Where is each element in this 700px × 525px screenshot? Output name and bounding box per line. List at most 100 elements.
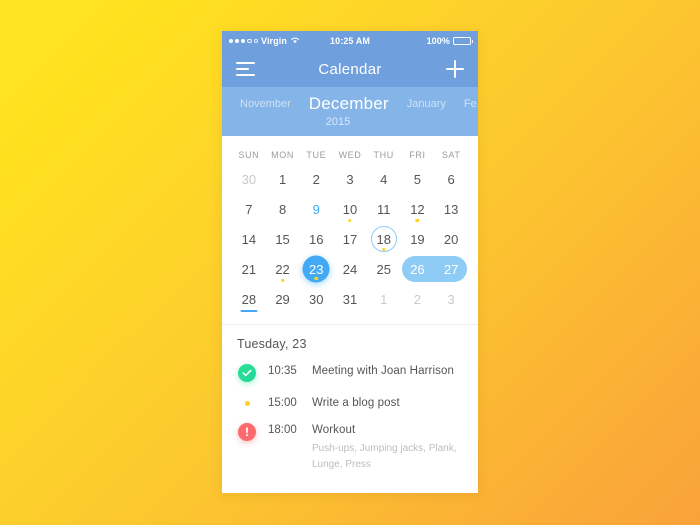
month-selector[interactable]: November December January Fe 2015: [222, 87, 478, 136]
year-label: 2015: [325, 116, 351, 128]
event-row[interactable]: 10:35 Meeting with Joan Harrison: [237, 363, 463, 382]
calendar-day-number: 2: [413, 291, 422, 307]
calendar-day-cell[interactable]: 28: [232, 284, 266, 314]
event-body: Meeting with Joan Harrison: [312, 363, 463, 377]
calendar-day-cell[interactable]: 31: [333, 284, 367, 314]
calendar-day-cell[interactable]: 18: [367, 224, 401, 254]
calendar-day-cell[interactable]: 2: [401, 284, 435, 314]
event-dot-icon: [348, 218, 352, 222]
calendar-week-row: 14 15 16 17 18 19 20: [232, 224, 468, 254]
weekday-label-sat: SAT: [441, 150, 461, 160]
calendar-week-row: 21 22 23 24 25 26 27: [232, 254, 468, 284]
calendar-day-number: 5: [413, 171, 422, 187]
calendar-day-cell[interactable]: 3: [434, 284, 468, 314]
event-body: Workout Push-ups, Jumping jacks, Plank, L…: [312, 422, 463, 472]
battery-icon: [453, 37, 473, 45]
calendar-day-cell[interactable]: 14: [232, 224, 266, 254]
event-dot-icon: [280, 278, 285, 282]
calendar-day-number: 22: [275, 261, 290, 277]
calendar-day-cell[interactable]: 9: [299, 194, 333, 224]
weekday-label-wed: WED: [338, 150, 362, 160]
hamburger-icon[interactable]: [236, 62, 255, 76]
calendar-day-number: 28: [241, 291, 257, 307]
calendar-day-cell[interactable]: 7: [232, 194, 266, 224]
calendar-day-cell[interactable]: 5: [401, 164, 435, 194]
calendar-day-number: 7: [245, 201, 253, 217]
event-dot-icon: [314, 276, 319, 280]
events-section: Tuesday, 23 10:35 Meeting with Joan Harri…: [222, 325, 478, 493]
calendar-day-cell[interactable]: 12: [401, 194, 435, 224]
calendar-day-cell[interactable]: 1: [266, 164, 300, 194]
event-title: Workout: [312, 424, 356, 436]
calendar-day-number: 11: [376, 201, 391, 217]
calendar-day-number: 17: [342, 231, 358, 247]
calendar-day-cell[interactable]: 8: [266, 194, 300, 224]
month-item-december[interactable]: December: [309, 94, 389, 114]
phone-mockup: Virgin 10:25 AM 100% Calendar November D…: [222, 31, 478, 493]
event-body: Write a blog post: [312, 395, 463, 409]
month-item-january[interactable]: January: [407, 98, 446, 110]
calendar-day-cell[interactable]: 16: [299, 224, 333, 254]
event-row[interactable]: ! 18:00 Workout Push-ups, Jumping jacks, Pl…: [237, 422, 463, 472]
events-list: 10:35 Meeting with Joan Harrison 15:00 Writ…: [237, 363, 463, 472]
event-title: Meeting with Joan Harrison: [312, 365, 454, 377]
yellow-dot-icon: [244, 401, 250, 406]
calendar-day-cell[interactable]: 13: [434, 194, 468, 224]
plus-icon[interactable]: [446, 60, 464, 78]
month-item-february[interactable]: Fe: [464, 98, 477, 110]
calendar-day-cell[interactable]: 21: [232, 254, 266, 284]
calendar-day-cell[interactable]: 23: [299, 254, 333, 284]
event-title: Write a blog post: [312, 397, 400, 409]
calendar-day-number: 12: [410, 201, 425, 217]
calendar-day-number: 19: [410, 231, 425, 247]
calendar-day-cell[interactable]: 2: [299, 164, 333, 194]
event-row[interactable]: 15:00 Write a blog post: [237, 395, 463, 409]
calendar-day-cell[interactable]: 29: [266, 284, 300, 314]
calendar-day-number: 24: [342, 261, 358, 277]
wifi-icon: [290, 36, 300, 46]
calendar-day-cell[interactable]: 30: [232, 164, 266, 194]
weekday-label-fri: FRI: [409, 150, 426, 160]
calendar-day-number: 20: [443, 231, 459, 247]
page-title: Calendar: [318, 60, 382, 78]
event-time: 15:00: [268, 397, 297, 409]
month-item-november[interactable]: November: [240, 98, 291, 110]
calendar-day-cell[interactable]: 17: [333, 224, 367, 254]
calendar-grid: SUN MON TUE WED THU FRI SAT 30 1 2 3 4 5 6 7 8 9 10 11 12 1…: [222, 136, 478, 320]
calendar-day-cell[interactable]: 3: [333, 164, 367, 194]
calendar-day-cell[interactable]: 22: [266, 254, 300, 284]
calendar-day-cell[interactable]: 1: [367, 284, 401, 314]
calendar-day-cell[interactable]: 6: [434, 164, 468, 194]
status-bar-left: Virgin: [229, 36, 300, 46]
calendar-day-cell[interactable]: 11: [367, 194, 401, 224]
calendar-day-cell[interactable]: 15: [266, 224, 300, 254]
calendar-day-number: 6: [447, 171, 455, 187]
calendar-weeks: 30 1 2 3 4 5 6 7 8 9 10 11 12 13 14 15 16 17 18 19 20 21 22 23 2…: [232, 164, 468, 314]
event-icon-wrap: [237, 363, 257, 382]
event-dot-icon: [381, 247, 386, 251]
calendar-day-number: 10: [342, 201, 358, 217]
calendar-day-number: 21: [241, 261, 257, 277]
calendar-day-number: 29: [275, 291, 290, 307]
event-subtitle: Push-ups, Jumping jacks, Plank, Lunge, P…: [312, 443, 457, 470]
calendar-day-number: 26: [410, 261, 425, 277]
calendar-day-number: 3: [346, 171, 354, 187]
calendar-day-cell[interactable]: 4: [367, 164, 401, 194]
calendar-day-cell[interactable]: 26: [401, 254, 435, 284]
calendar-week-row: 30 1 2 3 4 5 6: [232, 164, 468, 194]
calendar-day-number: 14: [241, 231, 257, 247]
calendar-day-number: 31: [342, 291, 358, 307]
calendar-day-cell[interactable]: 30: [299, 284, 333, 314]
calendar-day-cell[interactable]: 19: [401, 224, 435, 254]
calendar-day-number: 9: [312, 201, 320, 217]
calendar-day-cell[interactable]: 10: [333, 194, 367, 224]
calendar-day-number: 18: [376, 231, 391, 247]
calendar-day-number: 2: [312, 171, 320, 187]
calendar-day-number: 15: [275, 231, 290, 247]
calendar-day-cell[interactable]: 20: [434, 224, 468, 254]
calendar-day-cell[interactable]: 24: [333, 254, 367, 284]
alert-circle-icon: !: [238, 423, 256, 441]
calendar-day-cell[interactable]: 27: [434, 254, 468, 284]
weekday-header-row: SUN MON TUE WED THU FRI SAT: [232, 144, 468, 164]
calendar-day-cell[interactable]: 25: [367, 254, 401, 284]
